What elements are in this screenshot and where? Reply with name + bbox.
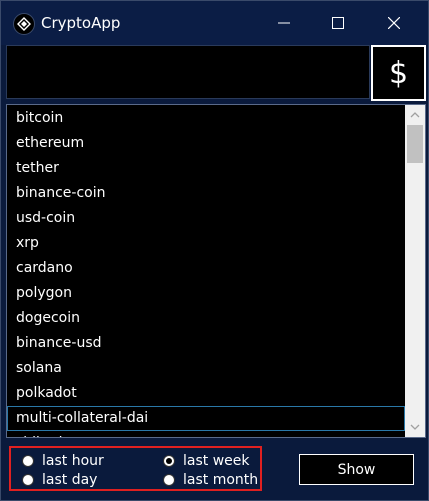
time-range-group: last hour last day last week last month <box>9 446 262 491</box>
radio-last-day[interactable]: last day <box>22 472 97 488</box>
radio-circle <box>22 455 34 467</box>
radio-circle <box>22 474 34 486</box>
currency-button[interactable]: $ <box>371 45 426 101</box>
window-title: CryptoApp <box>41 14 121 32</box>
minimize-button[interactable] <box>257 1 311 45</box>
coin-list[interactable]: bitcoin ethereum tether binance-coin usd… <box>6 104 426 438</box>
coin-list-items: bitcoin ethereum tether binance-coin usd… <box>7 105 405 437</box>
cryptoapp-logo-icon <box>13 13 35 35</box>
list-item[interactable]: xrp <box>7 231 405 256</box>
list-item-selected[interactable]: multi-collateral-dai <box>7 406 405 431</box>
app-window: CryptoApp $ bitcoin ethereum tether bina… <box>0 0 429 501</box>
search-input[interactable] <box>6 45 370 99</box>
show-button-label: Show <box>337 461 376 478</box>
list-item[interactable]: cardano <box>7 256 405 281</box>
scroll-thumb[interactable] <box>407 125 423 163</box>
radio-label: last week <box>183 453 250 469</box>
list-item[interactable]: solana <box>7 356 405 381</box>
list-item[interactable]: shiba-inu <box>7 431 405 437</box>
vertical-scrollbar[interactable] <box>405 105 425 437</box>
maximize-icon <box>332 17 344 29</box>
close-button[interactable] <box>367 1 421 45</box>
chevron-down-icon <box>410 424 420 430</box>
chevron-up-icon <box>410 112 420 118</box>
list-item[interactable]: binance-usd <box>7 331 405 356</box>
radio-label: last month <box>183 472 259 488</box>
list-item[interactable]: dogecoin <box>7 306 405 331</box>
radio-last-hour[interactable]: last hour <box>22 453 104 469</box>
radio-last-week[interactable]: last week <box>163 453 250 469</box>
list-item[interactable]: binance-coin <box>7 181 405 206</box>
maximize-button[interactable] <box>311 1 365 45</box>
radio-circle <box>163 474 175 486</box>
list-item[interactable]: tether <box>7 156 405 181</box>
list-item[interactable]: ethereum <box>7 131 405 156</box>
close-icon <box>388 17 400 29</box>
radio-label: last day <box>42 472 98 488</box>
title-bar[interactable]: CryptoApp <box>1 1 428 45</box>
list-item[interactable]: polygon <box>7 281 405 306</box>
currency-button-label: $ <box>388 55 409 91</box>
radio-circle-checked <box>163 455 175 467</box>
list-item[interactable]: bitcoin <box>7 106 405 131</box>
scroll-down-button[interactable] <box>405 417 425 437</box>
radio-label: last hour <box>42 453 104 469</box>
scroll-up-button[interactable] <box>405 105 425 125</box>
radio-last-month[interactable]: last month <box>163 472 258 488</box>
minimize-icon <box>278 22 290 24</box>
show-button[interactable]: Show <box>299 454 414 485</box>
list-item[interactable]: usd-coin <box>7 206 405 231</box>
list-item[interactable]: polkadot <box>7 381 405 406</box>
